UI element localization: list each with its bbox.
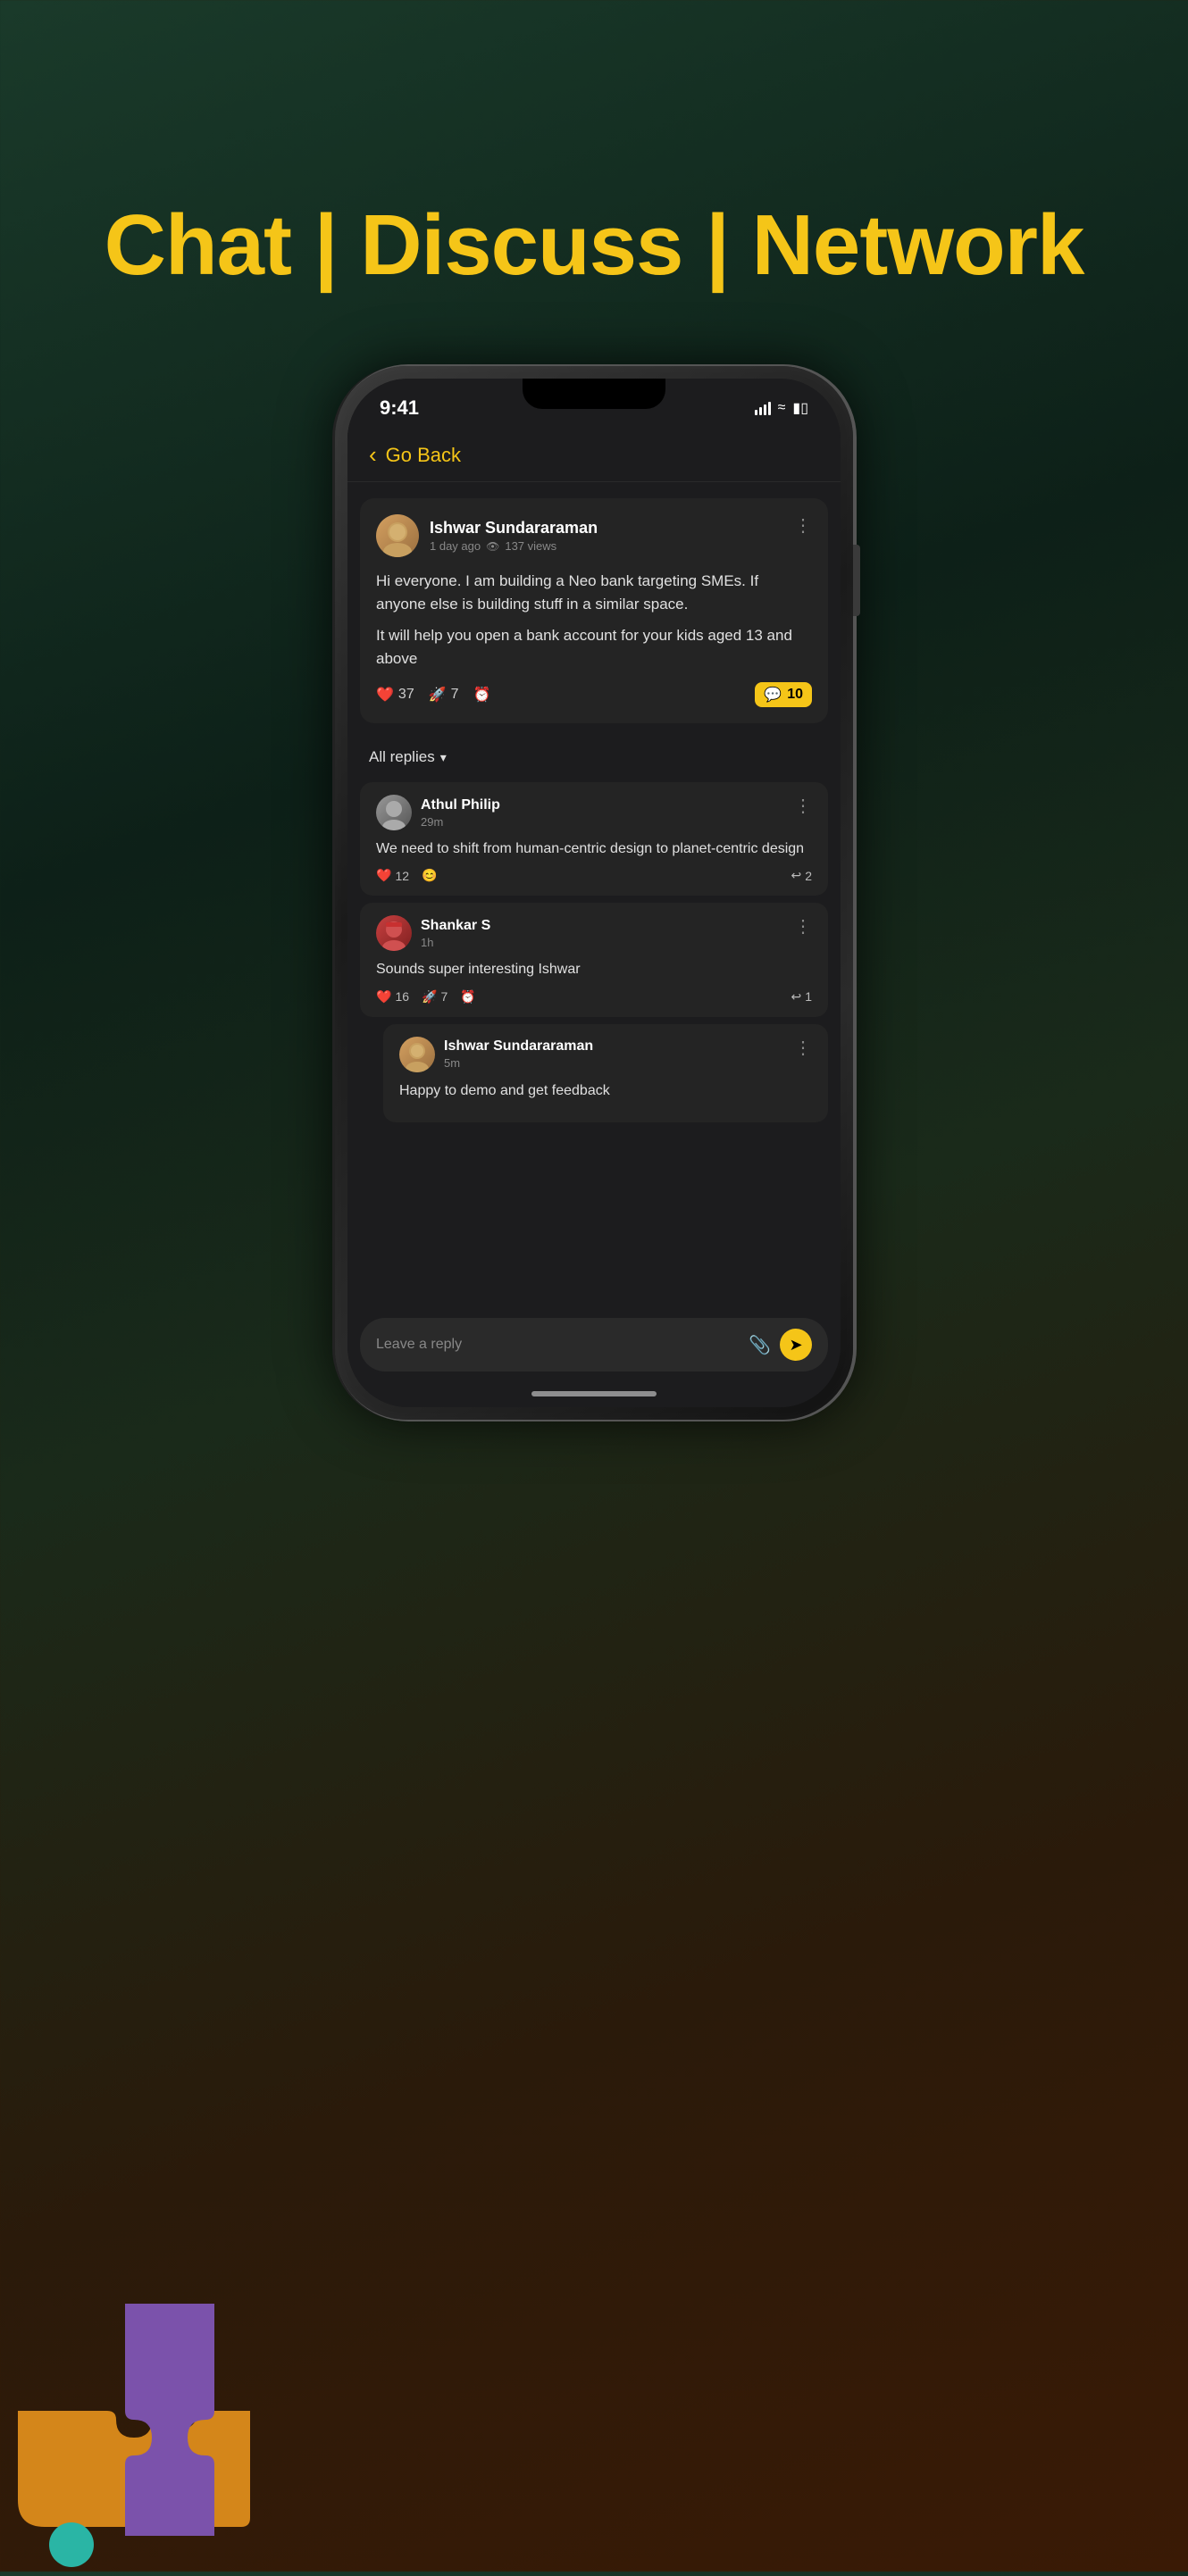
send-button[interactable]: ➤	[780, 1329, 812, 1361]
reply-card-3: Ishwar Sundararaman 5m ⋮ Happy to demo a…	[383, 1024, 828, 1122]
status-icons: ≈ ▮▯	[755, 399, 808, 417]
reply-author-2: Shankar S	[421, 918, 490, 934]
status-time: 9:41	[380, 396, 419, 420]
reply-menu-3-icon[interactable]: ⋮	[794, 1037, 812, 1059]
headline: Chat | Discuss | Network	[105, 196, 1084, 295]
reply-text-2: Sounds super interesting Ishwar	[376, 960, 812, 980]
app-content: ‹ Go Back	[347, 425, 841, 1407]
reply-heart-count-1: 12	[395, 869, 409, 883]
post-card: Ishwar Sundararaman 1 day ago 👁 137 view…	[360, 498, 828, 723]
reply-header-3: Ishwar Sundararaman 5m ⋮	[399, 1037, 812, 1072]
emoji-icon: ⏰	[460, 989, 475, 1005]
send-icon: ➤	[789, 1336, 802, 1355]
notch	[523, 379, 665, 409]
post-text-1: Hi everyone. I am building a Neo bank ta…	[376, 570, 812, 615]
back-arrow-icon: ‹	[369, 441, 377, 469]
reply-author-1: Athul Philip	[421, 797, 500, 813]
reply-time-3: 5m	[444, 1056, 593, 1070]
all-replies-label: All replies	[369, 748, 435, 766]
rocket-count: 7	[451, 687, 459, 703]
post-author-row: Ishwar Sundararaman 1 day ago 👁 137 view…	[376, 514, 598, 557]
go-back-label: Go Back	[386, 444, 461, 467]
phone-screen-bezel: 9:41 ≈ ▮▯ ‹ Go Back	[347, 379, 841, 1407]
reply-menu-1-icon[interactable]: ⋮	[794, 795, 812, 817]
reply-count-1: 2	[805, 869, 812, 883]
alarm-icon: ⏰	[473, 686, 491, 704]
phone-wrapper: 9:41 ≈ ▮▯ ‹ Go Back	[335, 366, 853, 1420]
post-header: Ishwar Sundararaman 1 day ago 👁 137 view…	[376, 514, 812, 557]
reply-header-2: Shankar S 1h ⋮	[376, 915, 812, 951]
heart-icon: ❤️	[376, 868, 391, 883]
rocket-action[interactable]: 🚀 7	[429, 686, 459, 704]
rocket-icon: 🚀	[422, 989, 437, 1005]
reply-heart-2[interactable]: ❤️ 16	[376, 989, 409, 1005]
heart-action[interactable]: ❤️ 37	[376, 686, 414, 704]
reply-actions-1: ❤️ 12 😊 ↩ 2	[376, 868, 812, 883]
rocket-icon: 🚀	[429, 686, 447, 704]
reply-author-3: Ishwar Sundararaman	[444, 1038, 593, 1055]
reply-heart-1[interactable]: ❤️ 12	[376, 868, 409, 883]
post-actions: ❤️ 37 🚀 7 ⏰ 💬 10	[376, 682, 812, 707]
reply-text-3: Happy to demo and get feedback	[399, 1081, 812, 1101]
post-avatar	[376, 514, 419, 557]
signal-icon	[755, 402, 771, 415]
reply-back-1[interactable]: ↩ 2	[791, 868, 812, 883]
reply-time-1: 29m	[421, 815, 500, 829]
reply-back-2[interactable]: ↩ 1	[791, 989, 812, 1005]
avatar-athul	[376, 795, 412, 830]
emoji-icon: 😊	[422, 868, 437, 883]
reply-header-1: Athul Philip 29m ⋮	[376, 795, 812, 830]
reply-arrow-icon: ↩	[791, 868, 801, 883]
avatar-shankar	[376, 915, 412, 951]
post-text-2: It will help you open a bank account for…	[376, 624, 812, 670]
post-menu-icon[interactable]: ⋮	[794, 514, 812, 537]
reply-card-1: Athul Philip 29m ⋮ We need to shift from…	[360, 782, 828, 896]
eye-icon: 👁	[486, 540, 499, 553]
reply-rocket-2[interactable]: 🚀 7	[422, 989, 448, 1005]
reply-author-row-1: Athul Philip 29m	[376, 795, 500, 830]
avatar-ishwar-3	[399, 1037, 435, 1072]
reply-text-1: We need to shift from human-centric desi…	[376, 839, 812, 859]
heart-count: 37	[398, 687, 414, 703]
reply-actions-2: ❤️ 16 🚀 7 ⏰ ↩ 1	[376, 989, 812, 1005]
chevron-down-icon: ▾	[440, 750, 447, 765]
comment-count: 10	[787, 687, 803, 703]
phone-shell: 9:41 ≈ ▮▯ ‹ Go Back	[335, 366, 853, 1420]
comment-badge[interactable]: 💬 10	[755, 682, 812, 707]
reply-count-2: 1	[805, 989, 812, 1004]
reply-author-row-2: Shankar S 1h	[376, 915, 490, 951]
puzzle-decoration	[0, 2232, 339, 2572]
post-author-name: Ishwar Sundararaman	[430, 519, 598, 538]
go-back-bar[interactable]: ‹ Go Back	[347, 425, 841, 482]
heart-icon: ❤️	[376, 686, 394, 704]
reply-arrow-icon: ↩	[791, 989, 801, 1005]
reply-time-2: 1h	[421, 936, 490, 949]
reply-author-row-3: Ishwar Sundararaman 5m	[399, 1037, 593, 1072]
input-bar: Leave a reply 📎 ➤	[360, 1318, 828, 1371]
reply-rocket-count-2: 7	[440, 989, 448, 1004]
reply-heart-count-2: 16	[395, 989, 409, 1004]
input-placeholder[interactable]: Leave a reply	[376, 1337, 740, 1353]
post-meta: 1 day ago 👁 137 views	[430, 539, 598, 553]
wifi-icon: ≈	[778, 400, 786, 416]
reply-emoji-1[interactable]: 😊	[422, 868, 437, 883]
chat-bubble-icon: 💬	[764, 686, 782, 704]
reply-emoji-2[interactable]: ⏰	[460, 989, 475, 1005]
all-replies-bar[interactable]: All replies ▾	[347, 739, 841, 775]
home-indicator	[531, 1391, 657, 1396]
heart-icon: ❤️	[376, 989, 391, 1005]
battery-icon: ▮▯	[792, 399, 808, 417]
reply-menu-2-icon[interactable]: ⋮	[794, 915, 812, 938]
alarm-action[interactable]: ⏰	[473, 686, 491, 704]
attach-icon[interactable]: 📎	[749, 1334, 771, 1356]
reply-card-2: Shankar S 1h ⋮ Sounds super interesting …	[360, 903, 828, 1016]
